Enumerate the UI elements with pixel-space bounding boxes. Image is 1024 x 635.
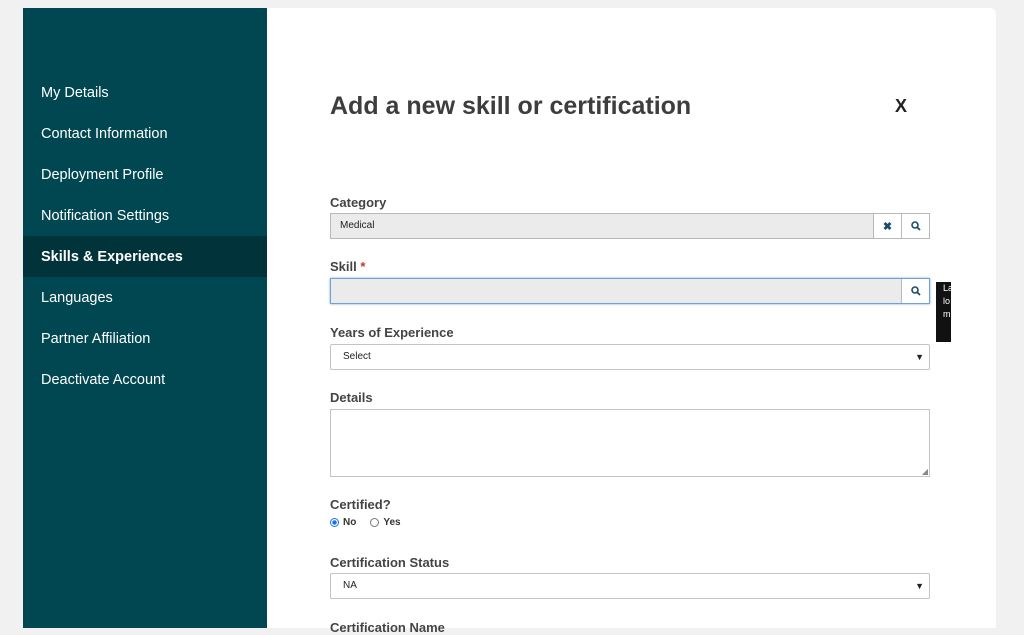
sidebar-item-deployment-profile[interactable]: Deployment Profile: [23, 154, 267, 195]
skill-label-text: Skill: [330, 259, 357, 274]
sidebar-item-notification-settings[interactable]: Notification Settings: [23, 195, 267, 236]
search-skill-button[interactable]: [901, 279, 929, 303]
certified-no-radio[interactable]: [330, 518, 339, 527]
sidebar-item-skills-experiences[interactable]: Skills & Experiences: [23, 236, 267, 277]
certified-yes-radio[interactable]: [370, 518, 380, 527]
modal-panel: Add a new skill or certification X Categ…: [267, 8, 996, 635]
search-icon: [910, 286, 921, 296]
category-field[interactable]: Medical ✖: [330, 213, 930, 239]
search-category-button[interactable]: [901, 214, 929, 238]
skill-field[interactable]: [330, 278, 930, 304]
years-select[interactable]: Select ▼: [330, 344, 930, 370]
details-label: Details: [330, 390, 373, 405]
sidebar-item-my-details[interactable]: My Details: [23, 72, 267, 113]
certified-label: Certified?: [330, 497, 391, 512]
chevron-down-icon: ▼: [915, 581, 924, 591]
close-button[interactable]: X: [895, 96, 907, 117]
category-value: Medical: [340, 220, 375, 231]
required-marker: *: [360, 259, 366, 274]
cert-status-label: Certification Status: [330, 555, 450, 570]
search-icon: [910, 221, 921, 231]
certified-yes-label: Yes: [383, 517, 401, 528]
modal-title: Add a new skill or certification: [330, 92, 692, 120]
years-value: Select: [343, 351, 371, 362]
sidebar-item-label: Skills & Experiences: [41, 248, 183, 265]
skill-input[interactable]: [331, 279, 901, 303]
sidebar-item-deactivate-account[interactable]: Deactivate Account: [23, 359, 267, 400]
tooltip-text: La lo m: [943, 283, 951, 319]
chevron-down-icon: ▼: [915, 352, 924, 362]
certified-no-label: No: [343, 517, 357, 528]
certified-radio-group: No Yes: [330, 517, 401, 528]
tooltip: La lo m: [936, 282, 951, 342]
cert-status-select[interactable]: NA ▼: [330, 573, 930, 599]
sidebar-item-label: Deactivate Account: [41, 371, 166, 388]
close-icon: ✖: [882, 220, 893, 233]
sidebar-item-contact-information[interactable]: Contact Information: [23, 113, 267, 154]
resize-handle-icon[interactable]: ◢: [922, 467, 928, 476]
skill-label: Skill *: [330, 259, 365, 274]
sidebar-item-label: Languages: [41, 289, 113, 306]
years-label: Years of Experience: [330, 325, 454, 340]
sidebar-item-label: Deployment Profile: [41, 166, 164, 183]
sidebar-nav: My Details Contact Information Deploymen…: [23, 8, 267, 628]
clear-category-button[interactable]: ✖: [873, 214, 901, 238]
sidebar-item-languages[interactable]: Languages: [23, 277, 267, 318]
cert-status-value: NA: [343, 580, 357, 591]
sidebar-item-label: Partner Affiliation: [41, 330, 151, 347]
sidebar-item-label: Notification Settings: [41, 207, 170, 224]
sidebar-item-label: My Details: [41, 84, 109, 101]
sidebar-item-partner-affiliation[interactable]: Partner Affiliation: [23, 318, 267, 359]
details-textarea[interactable]: ◢: [330, 409, 930, 477]
category-label: Category: [330, 195, 387, 210]
sidebar-item-label: Contact Information: [41, 125, 168, 142]
